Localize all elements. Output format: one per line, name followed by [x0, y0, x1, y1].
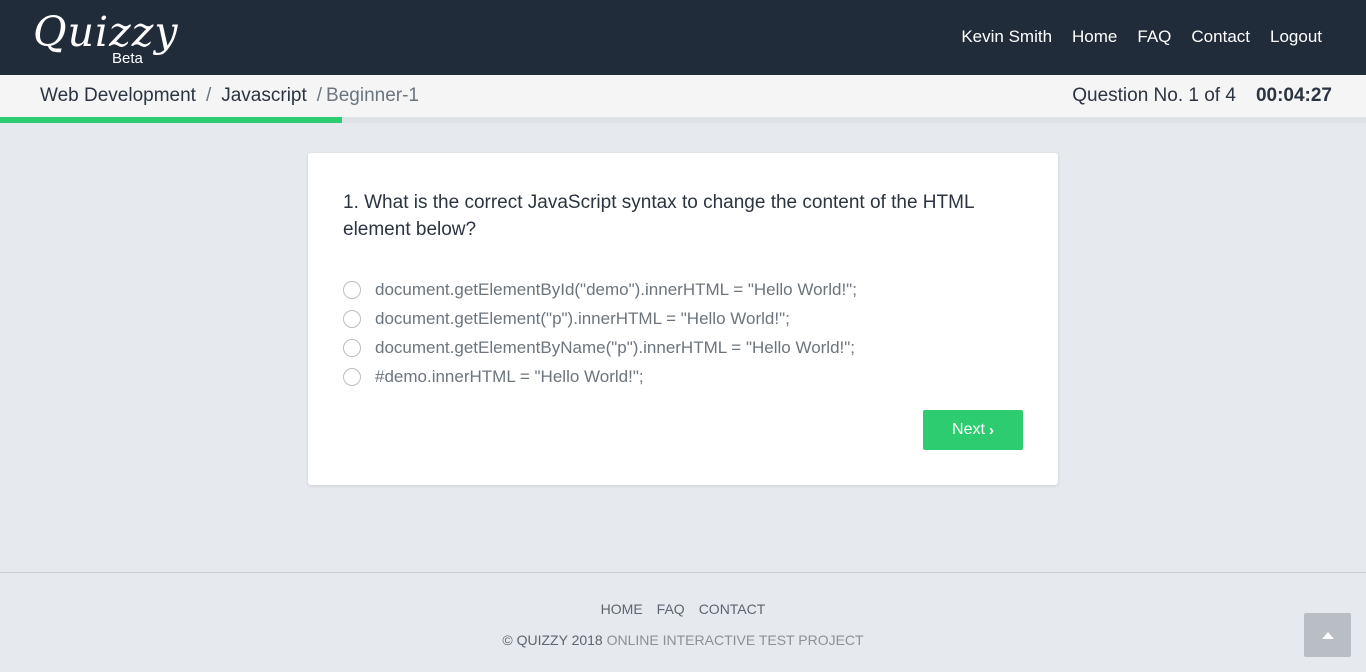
footer-links: HOME FAQ CONTACT — [0, 600, 1366, 618]
breadcrumb-bar: Web Development / Javascript / Beginner-… — [0, 75, 1366, 117]
next-button-label: Next — [952, 421, 985, 438]
footer-link-faq[interactable]: FAQ — [657, 600, 685, 618]
next-button[interactable]: Next › — [923, 410, 1023, 450]
project-text: ONLINE INTERACTIVE TEST PROJECT — [606, 632, 864, 648]
answer-option[interactable]: #demo.innerHTML = "Hello World!"; — [343, 362, 857, 391]
nav-user[interactable]: Kevin Smith — [961, 26, 1052, 48]
breadcrumb-separator: / — [205, 85, 212, 106]
footer-link-contact[interactable]: CONTACT — [699, 600, 766, 618]
answer-option-label: document.getElementById("demo").innerHTM… — [375, 279, 857, 299]
answer-option[interactable]: document.getElement("p").innerHTML = "He… — [343, 304, 857, 333]
chevron-right-icon: › — [988, 421, 994, 439]
footer-divider — [0, 572, 1366, 573]
answer-option[interactable]: document.getElementByName("p").innerHTML… — [343, 333, 857, 362]
radio-button[interactable] — [343, 280, 361, 299]
footer-link-home[interactable]: HOME — [601, 600, 643, 618]
nav-logout[interactable]: Logout — [1270, 26, 1322, 48]
triangle-up-icon — [1321, 631, 1334, 639]
breadcrumb-separator: / — [316, 85, 323, 106]
radio-button[interactable] — [343, 338, 361, 357]
nav-contact[interactable]: Contact — [1191, 26, 1250, 48]
navbar: Quizzy Beta Kevin Smith Home FAQ Contact… — [0, 0, 1366, 75]
answer-option-label: document.getElement("p").innerHTML = "He… — [375, 308, 790, 328]
radio-button[interactable] — [343, 309, 361, 328]
logo[interactable]: Quizzy — [33, 6, 179, 58]
breadcrumb-item-current: Beginner-1 — [326, 85, 419, 106]
nav-faq[interactable]: FAQ — [1137, 26, 1171, 48]
copyright: © QUIZZY 2018 ONLINE INTERACTIVE TEST PR… — [0, 631, 1366, 649]
question-info: Question No. 1 of 4 00:04:27 — [1072, 85, 1332, 107]
copyright-text: © QUIZZY 2018 — [502, 632, 603, 648]
radio-button[interactable] — [343, 367, 361, 386]
breadcrumb-item-javascript[interactable]: Javascript — [221, 85, 307, 107]
scroll-top-button[interactable] — [1304, 613, 1351, 657]
breadcrumb: Web Development / Javascript / Beginner-… — [40, 85, 419, 107]
answer-options: document.getElementById("demo").innerHTM… — [343, 275, 857, 391]
question-counter: Question No. 1 of 4 — [1072, 85, 1236, 106]
nav-links: Kevin Smith Home FAQ Contact Logout — [961, 26, 1322, 48]
timer: 00:04:27 — [1255, 85, 1332, 106]
logo-subtitle: Beta — [112, 50, 143, 67]
nav-home[interactable]: Home — [1072, 26, 1117, 48]
answer-option[interactable]: document.getElementById("demo").innerHTM… — [343, 275, 857, 304]
question-text: 1. What is the correct JavaScript syntax… — [343, 192, 974, 240]
progress-fill — [0, 117, 342, 123]
breadcrumb-item-web-development[interactable]: Web Development — [40, 85, 196, 107]
question-card: 1. What is the correct JavaScript syntax… — [308, 153, 1058, 485]
progress-bar — [0, 117, 1366, 123]
answer-option-label: document.getElementByName("p").innerHTML… — [375, 337, 856, 357]
answer-option-label: #demo.innerHTML = "Hello World!"; — [375, 366, 644, 386]
